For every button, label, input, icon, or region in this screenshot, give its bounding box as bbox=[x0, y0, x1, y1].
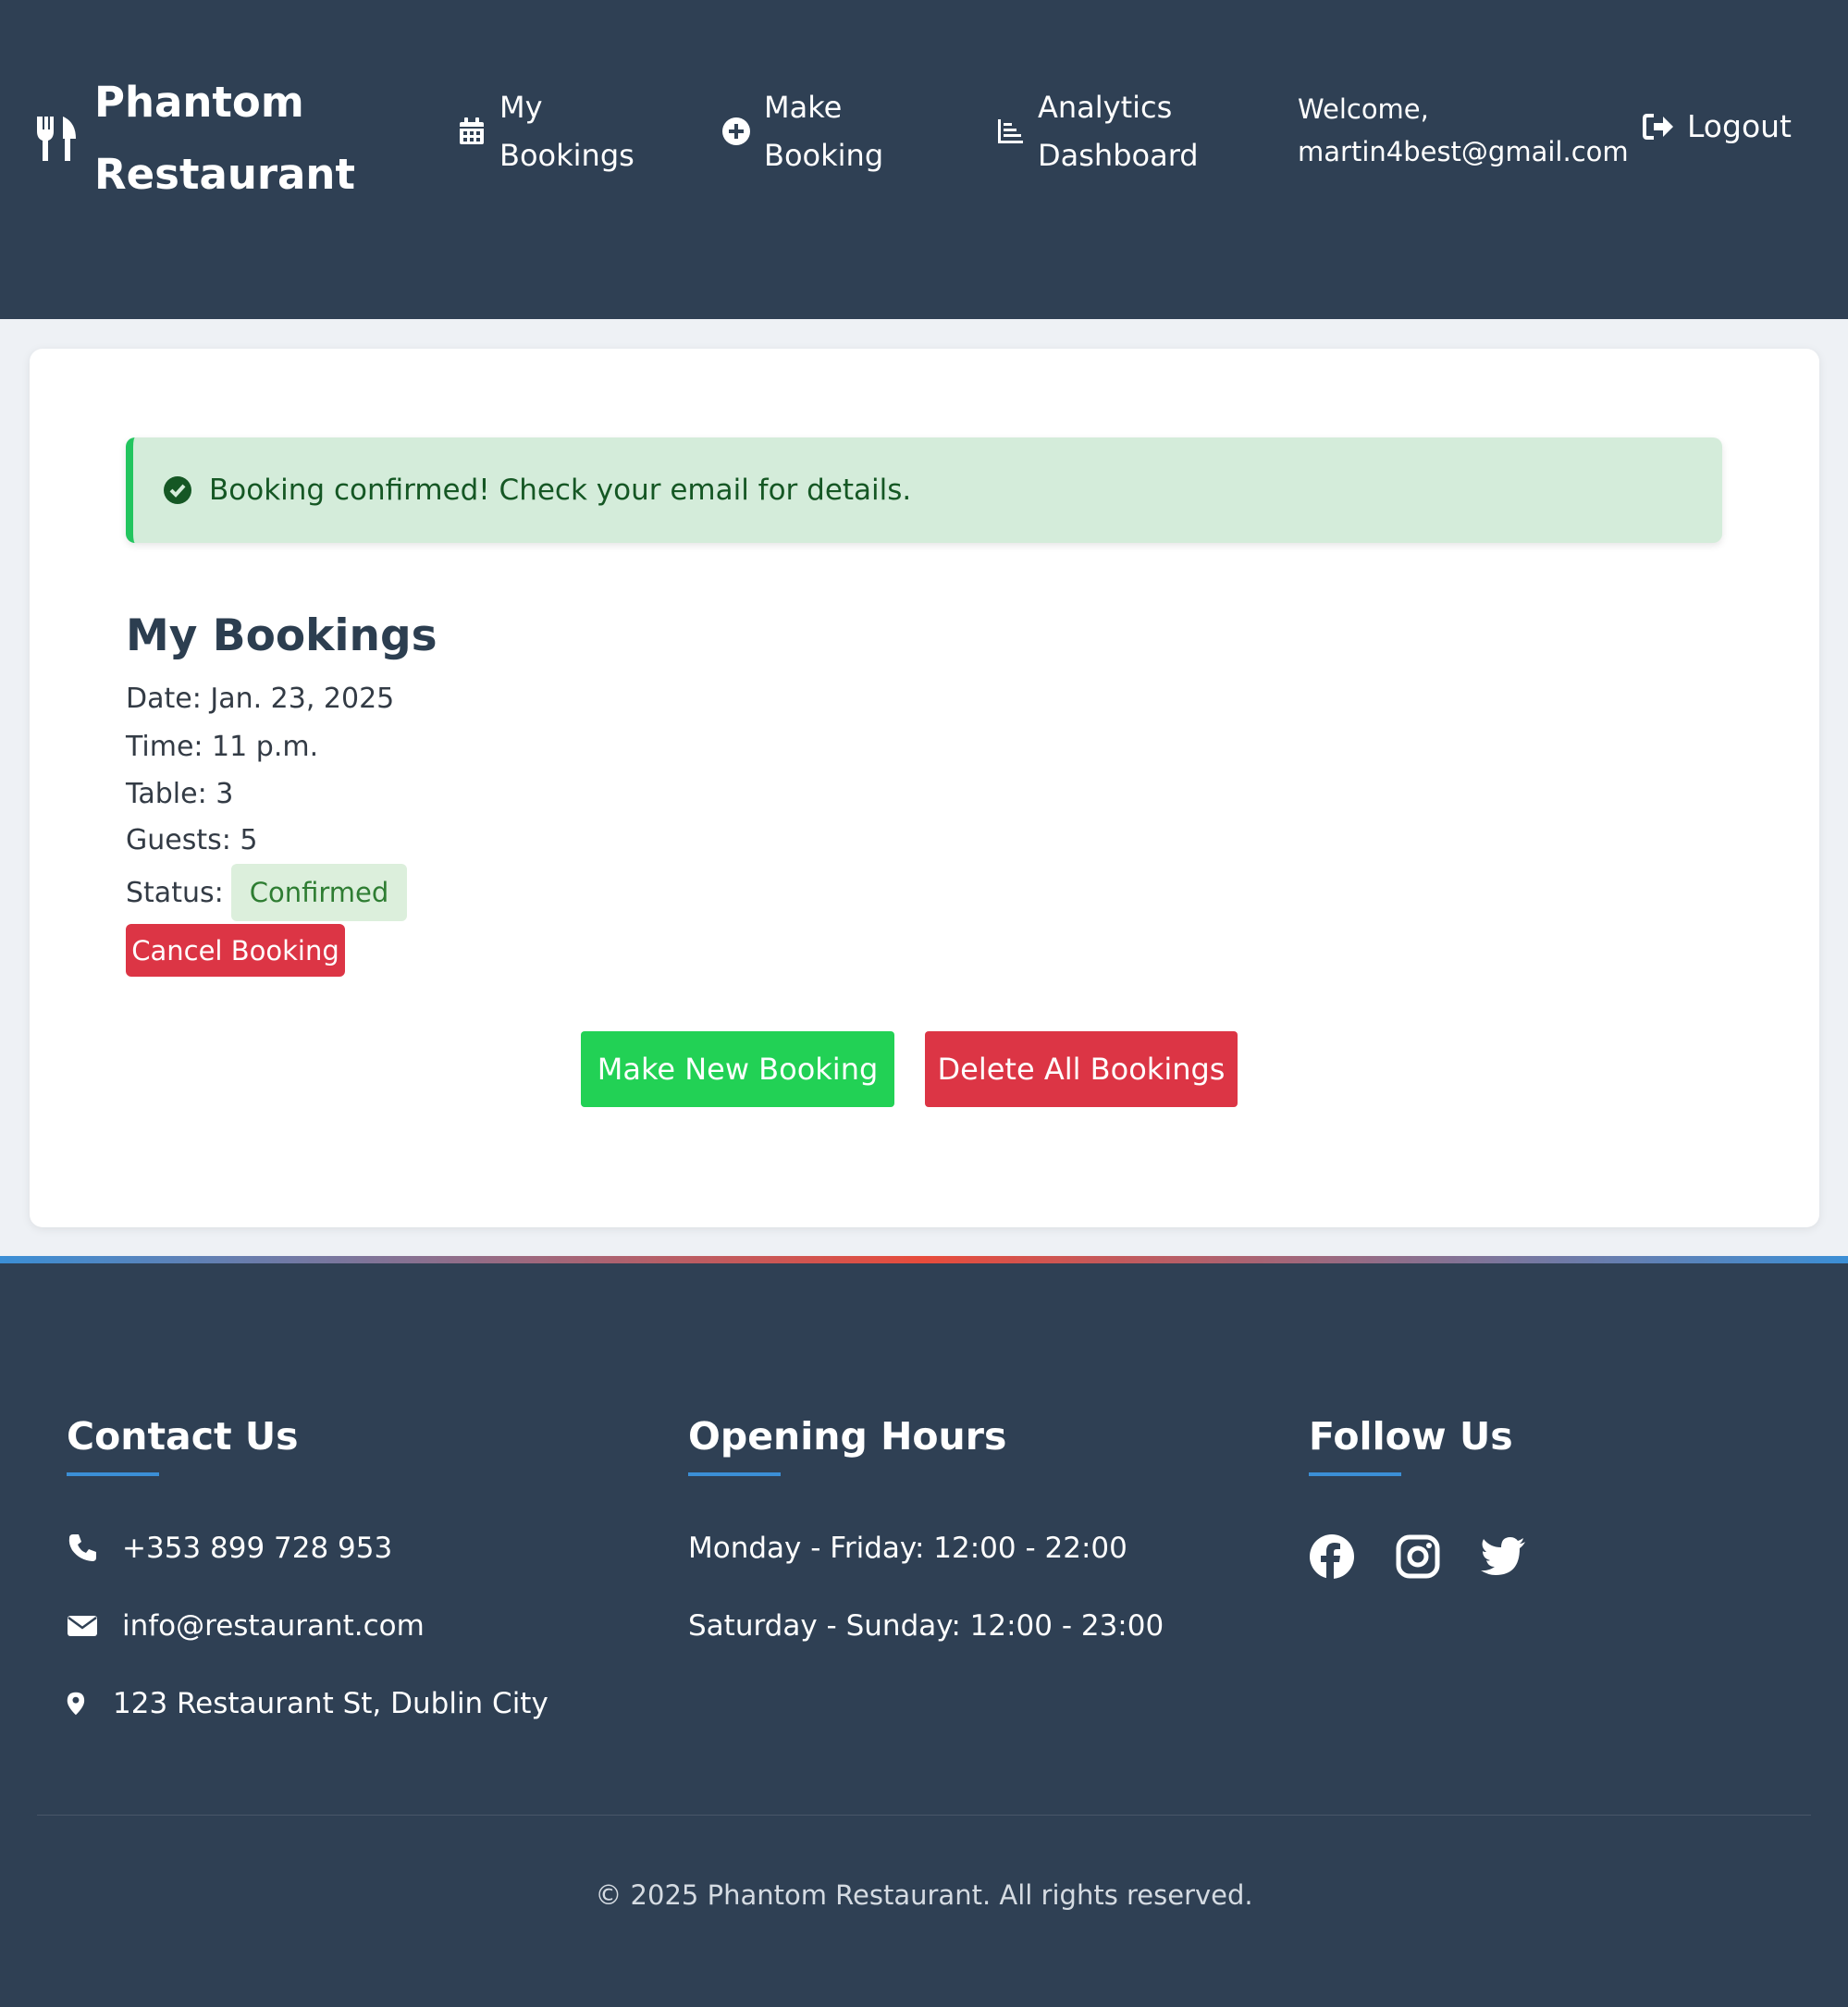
alert-message: Booking confirmed! Check your email for … bbox=[209, 474, 912, 507]
success-alert: Booking confirmed! Check your email for … bbox=[126, 437, 1722, 543]
footer: Contact Us +353 899 728 953 info@restaur… bbox=[0, 1256, 1848, 2007]
hours-title: Opening Hours bbox=[688, 1414, 1007, 1459]
follow-title: Follow Us bbox=[1309, 1414, 1513, 1459]
navbar: Phantom Restaurant My Bookings Make Book… bbox=[0, 0, 1848, 319]
map-pin-icon bbox=[67, 1692, 85, 1716]
nav-make-booking-label: Make Booking bbox=[764, 90, 884, 173]
bookings-card: Booking confirmed! Check your email for … bbox=[30, 349, 1819, 1227]
nav-analytics-dashboard[interactable]: Analytics Dashboard bbox=[995, 83, 1204, 179]
facebook-icon[interactable] bbox=[1309, 1533, 1355, 1580]
page-title: My Bookings bbox=[126, 610, 437, 661]
contact-section: Contact Us +353 899 728 953 info@restaur… bbox=[67, 1413, 548, 1720]
contact-address: 123 Restaurant St, Dublin City bbox=[67, 1687, 548, 1720]
status-label: Status: bbox=[126, 876, 224, 909]
contact-address-text: 123 Restaurant St, Dublin City bbox=[113, 1687, 548, 1720]
footer-divider bbox=[37, 1815, 1811, 1816]
cancel-booking-button[interactable]: Cancel Booking bbox=[126, 924, 345, 977]
welcome-text: Welcome, martin4best@gmail.com bbox=[1298, 93, 1629, 167]
brand[interactable]: Phantom Restaurant bbox=[35, 67, 355, 211]
delete-all-bookings-button[interactable]: Delete All Bookings bbox=[925, 1031, 1238, 1107]
booking-guests: Guests: 5 bbox=[126, 824, 258, 856]
sign-out-icon bbox=[1643, 113, 1673, 140]
logout-button[interactable]: Logout bbox=[1643, 108, 1792, 144]
booking-status: Status: Confirmed bbox=[126, 864, 408, 921]
copyright-text: © 2025 Phantom Restaurant. All rights re… bbox=[595, 1879, 1253, 1911]
contact-phone[interactable]: +353 899 728 953 bbox=[67, 1532, 392, 1565]
nav-make-booking[interactable]: Make Booking bbox=[721, 83, 912, 179]
nav-my-bookings-label: My Bookings bbox=[499, 90, 634, 173]
opening-hours-section: Opening Hours Monday - Friday: 12:00 - 2… bbox=[688, 1413, 1164, 1643]
nav-analytics-label: Analytics Dashboard bbox=[1038, 90, 1199, 173]
contact-phone-text: +353 899 728 953 bbox=[122, 1532, 393, 1565]
twitter-icon[interactable] bbox=[1481, 1533, 1527, 1580]
hours-weekend: Saturday - Sunday: 12:00 - 23:00 bbox=[688, 1609, 1164, 1643]
booking-time: Time: 11 p.m. bbox=[126, 731, 319, 763]
utensils-icon bbox=[37, 117, 76, 161]
status-badge: Confirmed bbox=[230, 864, 408, 921]
contact-email-text: info@restaurant.com bbox=[122, 1609, 425, 1643]
make-new-booking-button[interactable]: Make New Booking bbox=[581, 1031, 894, 1107]
social-links bbox=[1309, 1533, 1567, 1580]
check-circle-icon bbox=[164, 476, 191, 504]
booking-table: Table: 3 bbox=[126, 778, 234, 810]
calendar-icon bbox=[460, 117, 484, 144]
logout-label: Logout bbox=[1687, 108, 1792, 144]
contact-email[interactable]: info@restaurant.com bbox=[67, 1609, 425, 1643]
brand-name: Phantom Restaurant bbox=[94, 78, 355, 199]
chart-icon bbox=[998, 119, 1023, 143]
follow-title-underline bbox=[1309, 1472, 1401, 1476]
booking-date: Date: Jan. 23, 2025 bbox=[126, 683, 395, 715]
hours-weekdays: Monday - Friday: 12:00 - 22:00 bbox=[688, 1532, 1127, 1565]
hours-title-underline bbox=[688, 1472, 781, 1476]
contact-title-underline bbox=[67, 1472, 159, 1476]
footer-accent-bar bbox=[0, 1256, 1848, 1263]
follow-section: Follow Us bbox=[1309, 1413, 1525, 1579]
instagram-icon[interactable] bbox=[1395, 1533, 1441, 1580]
envelope-icon bbox=[68, 1616, 97, 1636]
plus-circle-icon bbox=[722, 117, 750, 145]
contact-title: Contact Us bbox=[67, 1414, 299, 1459]
phone-icon bbox=[68, 1534, 96, 1561]
nav-my-bookings[interactable]: My Bookings bbox=[457, 83, 647, 179]
